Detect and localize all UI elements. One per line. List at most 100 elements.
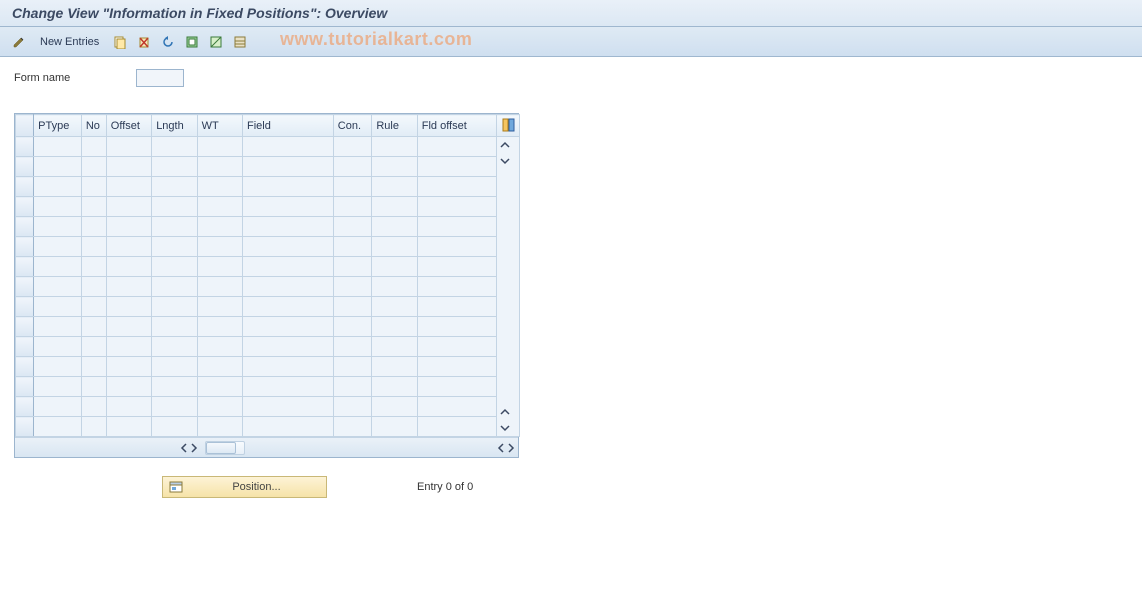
cell-wt[interactable] [197,377,242,397]
cell-wt[interactable] [197,137,242,157]
cell-wt[interactable] [197,257,242,277]
cell-field[interactable] [242,397,333,417]
cell-rule[interactable] [372,317,417,337]
cell-wt[interactable] [197,177,242,197]
col-fldoffset[interactable]: Fld offset [417,115,496,137]
cell-con[interactable] [333,137,372,157]
col-field[interactable]: Field [242,115,333,137]
cell-fld_offset[interactable] [417,317,496,337]
cell-offset[interactable] [106,357,151,377]
cell-no[interactable] [81,177,106,197]
new-entries-button[interactable]: New Entries [34,32,105,52]
col-rule[interactable]: Rule [372,115,417,137]
cell-offset[interactable] [106,237,151,257]
cell-no[interactable] [81,137,106,157]
hscroll-thumb[interactable] [206,442,236,454]
cell-field[interactable] [242,137,333,157]
cell-lngth[interactable] [152,377,197,397]
cell-fld_offset[interactable] [417,357,496,377]
cell-ptype[interactable] [34,217,82,237]
cell-lngth[interactable] [152,217,197,237]
cell-offset[interactable] [106,257,151,277]
cell-field[interactable] [242,157,333,177]
cell-ptype[interactable] [34,417,82,437]
cell-rule[interactable] [372,277,417,297]
row-selector[interactable] [16,197,34,217]
col-ptype[interactable]: PType [34,115,82,137]
cell-rule[interactable] [372,137,417,157]
cell-lngth[interactable] [152,277,197,297]
col-offset[interactable]: Offset [106,115,151,137]
cell-rule[interactable] [372,337,417,357]
table-settings-icon[interactable] [501,117,517,133]
cell-ptype[interactable] [34,357,82,377]
cell-field[interactable] [242,237,333,257]
cell-no[interactable] [81,277,106,297]
cell-offset[interactable] [106,277,151,297]
cell-wt[interactable] [197,337,242,357]
cell-fld_offset[interactable] [417,197,496,217]
cell-wt[interactable] [197,217,242,237]
cell-rule[interactable] [372,397,417,417]
cell-lngth[interactable] [152,357,197,377]
cell-wt[interactable] [197,237,242,257]
row-selector[interactable] [16,357,34,377]
cell-con[interactable] [333,297,372,317]
cell-wt[interactable] [197,297,242,317]
select-all-header[interactable] [16,115,34,137]
vscroll-down-icon[interactable] [497,420,513,436]
cell-ptype[interactable] [34,277,82,297]
col-no[interactable]: No [81,115,106,137]
cell-fld_offset[interactable] [417,177,496,197]
cell-lngth[interactable] [152,317,197,337]
cell-offset[interactable] [106,297,151,317]
copy-as-icon[interactable] [111,33,129,51]
cell-field[interactable] [242,277,333,297]
cell-rule[interactable] [372,377,417,397]
cell-con[interactable] [333,197,372,217]
cell-con[interactable] [333,337,372,357]
delete-icon[interactable] [135,33,153,51]
cell-con[interactable] [333,357,372,377]
cell-offset[interactable] [106,157,151,177]
cell-field[interactable] [242,217,333,237]
row-selector[interactable] [16,297,34,317]
cell-fld_offset[interactable] [417,237,496,257]
row-selector[interactable] [16,397,34,417]
deselect-all-icon[interactable] [207,33,225,51]
cell-con[interactable] [333,157,372,177]
cell-rule[interactable] [372,197,417,217]
cell-offset[interactable] [106,317,151,337]
cell-ptype[interactable] [34,297,82,317]
cell-con[interactable] [333,397,372,417]
row-selector[interactable] [16,417,34,437]
cell-ptype[interactable] [34,317,82,337]
cell-fld_offset[interactable] [417,277,496,297]
hscroll-right-icon[interactable] [189,443,199,453]
cell-con[interactable] [333,317,372,337]
cell-wt[interactable] [197,197,242,217]
row-selector[interactable] [16,277,34,297]
cell-lngth[interactable] [152,337,197,357]
col-lngth[interactable]: Lngth [152,115,197,137]
cell-fld_offset[interactable] [417,417,496,437]
cell-ptype[interactable] [34,197,82,217]
cell-wt[interactable] [197,357,242,377]
cell-no[interactable] [81,337,106,357]
cell-lngth[interactable] [152,137,197,157]
cell-con[interactable] [333,417,372,437]
cell-ptype[interactable] [34,157,82,177]
vscroll-down-top-icon[interactable] [497,153,513,169]
cell-field[interactable] [242,417,333,437]
cell-con[interactable] [333,257,372,277]
cell-fld_offset[interactable] [417,157,496,177]
cell-con[interactable] [333,217,372,237]
cell-rule[interactable] [372,297,417,317]
cell-no[interactable] [81,157,106,177]
table-settings-header[interactable] [497,115,520,137]
row-selector[interactable] [16,137,34,157]
cell-ptype[interactable] [34,377,82,397]
cell-ptype[interactable] [34,257,82,277]
cell-fld_offset[interactable] [417,137,496,157]
vscroll-up-icon[interactable] [497,137,513,153]
